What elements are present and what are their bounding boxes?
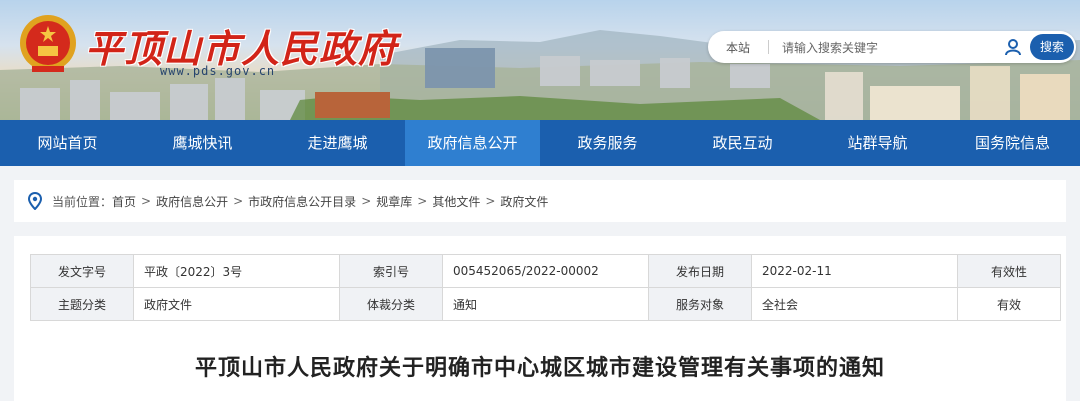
- topic-value: 政府文件: [133, 287, 340, 321]
- doc-no-value: 平政〔2022〕3号: [133, 254, 340, 288]
- breadcrumb-gov-docs[interactable]: 政府文件: [500, 193, 548, 210]
- search-divider: [768, 40, 769, 54]
- table-row: 主题分类 政府文件 体裁分类 通知 服务对象 全社会 有效: [30, 287, 1061, 321]
- doc-no-label: 发文字号: [30, 254, 134, 288]
- breadcrumb-other-docs[interactable]: 其他文件: [432, 193, 480, 210]
- breadcrumb-info-catalog[interactable]: 市政府信息公开目录: [248, 193, 356, 210]
- breadcrumb-separator: >: [361, 194, 372, 208]
- date-value: 2022-02-11: [751, 254, 958, 288]
- validity-label: 有效性: [957, 254, 1061, 288]
- main-nav: 网站首页 鹰城快讯 走进鹰城 政府信息公开 政务服务 政民互动 站群导航 国务院…: [0, 120, 1080, 166]
- national-emblem-icon: [20, 15, 76, 72]
- date-label: 发布日期: [648, 254, 752, 288]
- document-title: 平顶山市人民政府关于明确市中心城区城市建设管理有关事项的通知: [194, 356, 885, 381]
- breadcrumb-separator: >: [141, 194, 152, 208]
- search-button[interactable]: 搜索: [1030, 34, 1074, 60]
- breadcrumb-separator: >: [485, 194, 496, 208]
- index-label: 索引号: [339, 254, 443, 288]
- document-panel: 发文字号 平政〔2022〕3号 索引号 005452065/2022-00002…: [14, 236, 1066, 401]
- location-pin-icon: [28, 192, 42, 210]
- nav-item-info-disclosure[interactable]: 政府信息公开: [405, 120, 540, 166]
- nav-item-state-council[interactable]: 国务院信息: [945, 120, 1080, 166]
- search-box: 本站 搜索: [708, 31, 1076, 63]
- breadcrumb-label: 当前位置：: [52, 194, 113, 209]
- nav-item-interaction[interactable]: 政民互动: [675, 120, 810, 166]
- nav-item-services[interactable]: 政务服务: [540, 120, 675, 166]
- nav-item-home[interactable]: 网站首页: [0, 120, 135, 166]
- breadcrumb-separator: >: [417, 194, 428, 208]
- index-value: 005452065/2022-00002: [442, 254, 649, 288]
- genre-label: 体裁分类: [339, 287, 443, 321]
- genre-value: 通知: [442, 287, 649, 321]
- search-input[interactable]: [780, 36, 999, 60]
- nav-item-news[interactable]: 鹰城快讯: [135, 120, 270, 166]
- audience-value: 全社会: [751, 287, 958, 321]
- document-meta-table: 发文字号 平政〔2022〕3号 索引号 005452065/2022-00002…: [30, 254, 1061, 321]
- site-url: www.pds.gov.cn: [160, 64, 276, 78]
- nav-item-site-navigation[interactable]: 站群导航: [810, 120, 945, 166]
- topic-label: 主题分类: [30, 287, 134, 321]
- nav-item-about[interactable]: 走进鹰城: [270, 120, 405, 166]
- validity-value: 有效: [957, 287, 1061, 321]
- header-banner: 平顶山市人民政府 www.pds.gov.cn 本站 搜索: [0, 0, 1080, 120]
- breadcrumb-separator: >: [233, 194, 244, 208]
- breadcrumb-info-disclosure[interactable]: 政府信息公开: [156, 193, 228, 210]
- breadcrumb-home[interactable]: 首页: [112, 193, 136, 210]
- user-icon[interactable]: [1004, 38, 1022, 56]
- search-scope-select[interactable]: 本站: [726, 39, 750, 56]
- audience-label: 服务对象: [648, 287, 752, 321]
- breadcrumb-regulations[interactable]: 规章库: [376, 193, 412, 210]
- breadcrumb: 当前位置： 首页 > 政府信息公开 > 市政府信息公开目录 > 规章库 > 其他…: [14, 180, 1066, 222]
- table-row: 发文字号 平政〔2022〕3号 索引号 005452065/2022-00002…: [30, 254, 1061, 288]
